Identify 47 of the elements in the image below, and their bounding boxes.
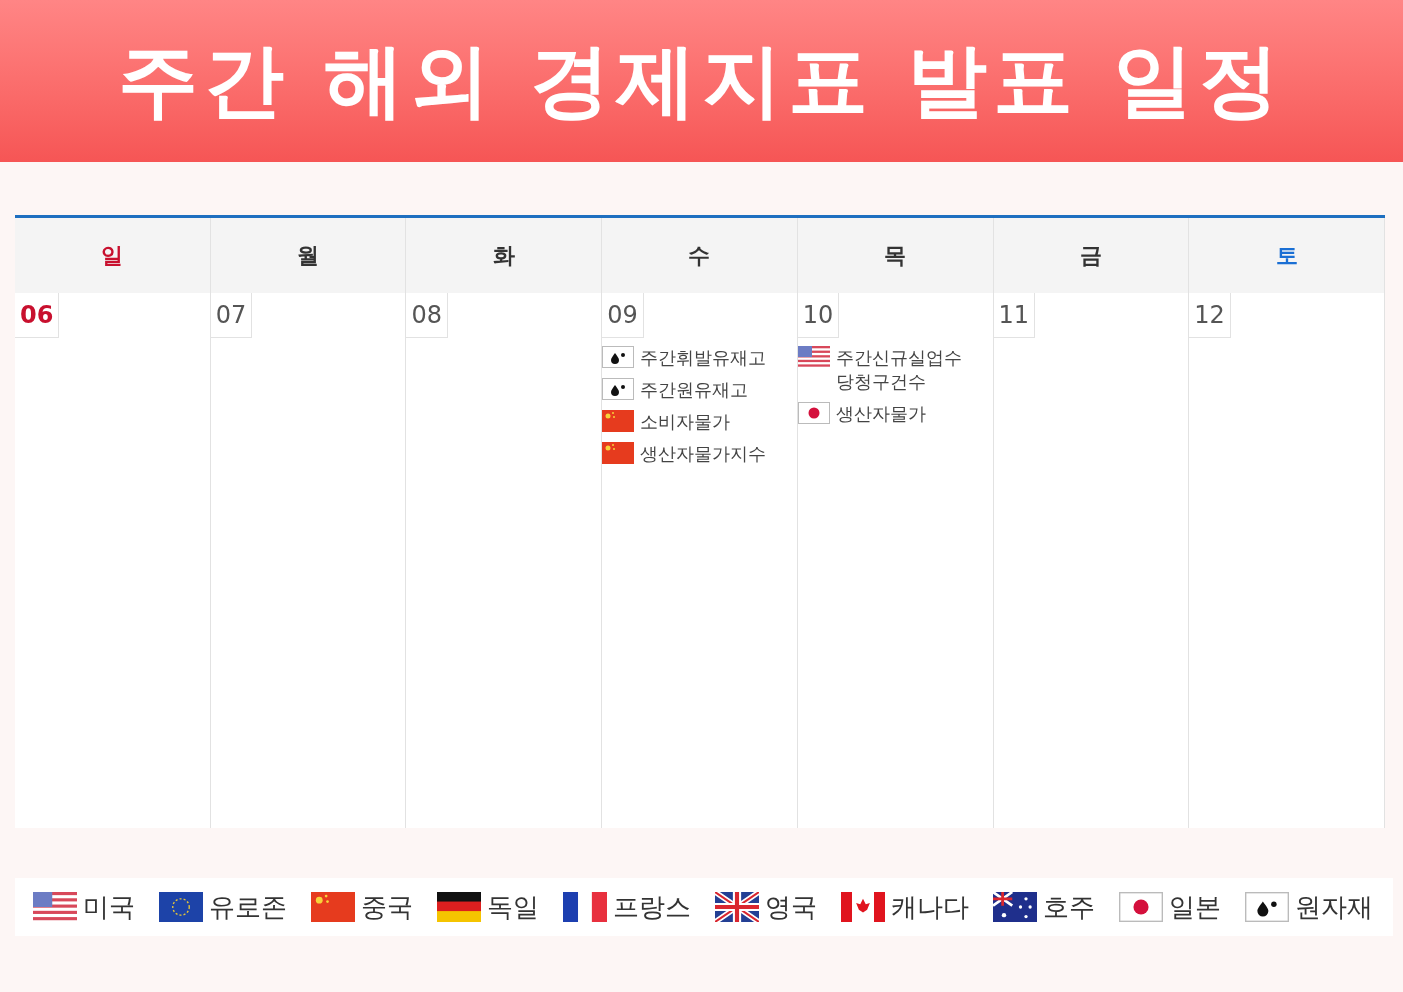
legend-label: 중국 [361,890,413,924]
legend-label: 프랑스 [613,890,691,924]
weekday-header: 금 [993,218,1190,293]
date-number: 08 [406,293,448,338]
event-label[interactable]: 주간휘발유재고 [640,346,767,370]
eu-flag-icon [159,892,203,922]
oil-drops-icon [602,378,635,400]
jp-flag-icon [1119,892,1163,922]
legend-label: 독일 [487,890,539,924]
date-number: 11 [993,293,1036,338]
date-number: 09 [602,293,644,338]
weekday-header: 일 [15,218,211,293]
legend-label: 미국 [83,890,135,924]
cn-flag-icon [602,410,635,432]
event-label[interactable]: 소비자물가 [640,410,731,434]
weekday-header: 목 [797,218,994,293]
au-flag-icon [993,892,1037,922]
legend-label: 캐나다 [891,890,969,924]
date-number: 06 [15,293,60,338]
page-title: 주간 해외 경제지표 발표 일정 [117,41,1286,121]
date-number: 07 [210,293,253,338]
weekday-header: 월 [210,218,407,293]
de-flag-icon [437,892,481,922]
legend-label: 유로존 [209,890,287,924]
legend-label: 원자재 [1295,890,1373,924]
us-flag-icon [797,346,830,368]
jp-flag-icon [797,402,830,424]
oil-drops-icon [1245,892,1289,922]
legend-label: 일본 [1169,890,1221,924]
weekday-header: 화 [406,218,603,293]
legend-label: 영국 [765,890,817,924]
legend-label: 호주 [1043,890,1095,924]
weekday-header: 수 [602,218,798,293]
event-label[interactable]: 주간신규실업수당청구건수 [835,346,976,394]
us-flag-icon [33,892,77,922]
date-number: 10 [797,293,840,338]
oil-drops-icon [602,346,635,368]
event-label[interactable]: 생산자물가지수 [640,442,767,466]
gb-flag-icon [715,892,759,922]
cn-flag-icon [311,892,355,922]
event-label[interactable]: 주간원유재고 [640,378,749,402]
event-label[interactable]: 생산자물가 [835,402,926,426]
weekday-header: 토 [1189,218,1385,293]
date-number: 12 [1189,293,1231,338]
maple-leaf-flag-icon [841,892,885,922]
fr-flag-icon [563,892,607,922]
cn-flag-icon [602,442,635,464]
